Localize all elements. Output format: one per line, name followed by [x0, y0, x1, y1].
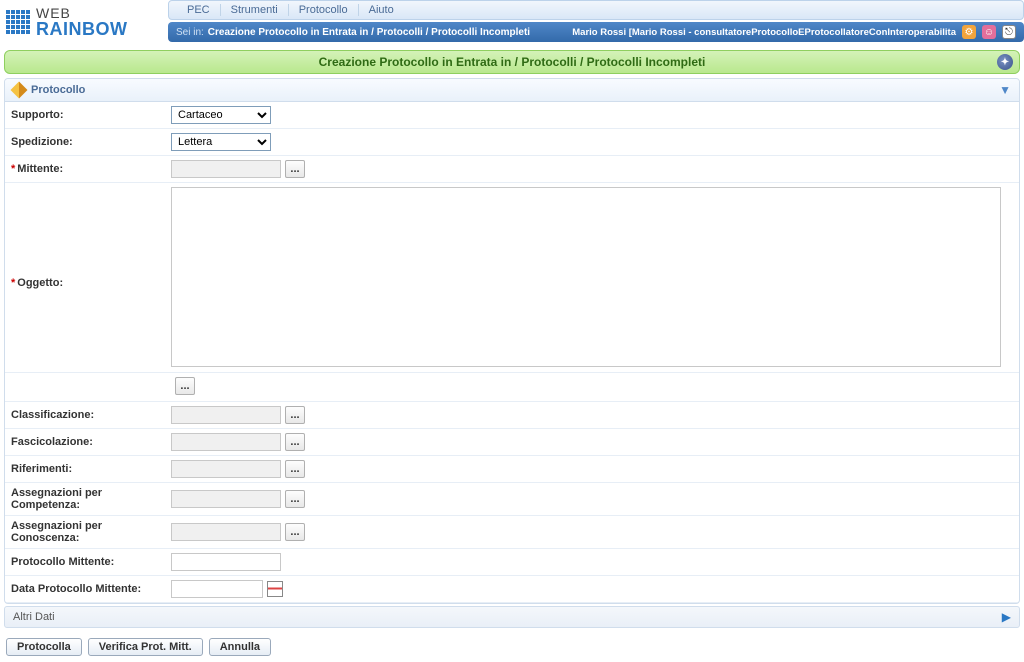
label-fascicolazione: Fascicolazione: — [11, 436, 171, 448]
subsection-altri-dati[interactable]: Altri Dati ▶ — [4, 606, 1020, 628]
logout-icon[interactable]: ⎋ — [1002, 25, 1016, 39]
label-data-protocollo-mittente: Data Protocollo Mittente: — [11, 583, 171, 595]
section-title: Protocollo — [31, 84, 85, 96]
browse-oggetto[interactable]: ... — [175, 377, 195, 395]
main-menu: PEC Strumenti Protocollo Aiuto — [168, 0, 1024, 20]
label-classificazione: Classificazione: — [11, 409, 171, 421]
label-ass-competenza: Assegnazioni per Competenza: — [11, 487, 171, 511]
globe-icon[interactable]: ⚙ — [962, 25, 976, 39]
annulla-button[interactable]: Annulla — [209, 638, 271, 656]
input-ass-conoscenza[interactable] — [171, 523, 281, 541]
user-info: Mario Rossi [Mario Rossi - consultatoreP… — [572, 27, 956, 38]
verifica-button[interactable]: Verifica Prot. Mitt. — [88, 638, 203, 656]
users-icon[interactable]: ☺ — [982, 25, 996, 39]
breadcrumb-bar: Sei in: Creazione Protocollo in Entrata … — [168, 22, 1024, 42]
select-spedizione[interactable]: Lettera — [171, 133, 271, 151]
browse-mittente[interactable]: ... — [285, 160, 305, 178]
label-protocollo-mittente: Protocollo Mittente: — [11, 556, 171, 568]
logo-text-web: WEB — [36, 6, 128, 20]
section-header[interactable]: Protocollo ▼ — [5, 79, 1019, 102]
label-spedizione: Spedizione: — [11, 136, 171, 148]
breadcrumb-label: Sei in: — [176, 27, 204, 38]
menu-pec[interactable]: PEC — [177, 4, 221, 16]
section-protocollo: Protocollo ▼ Supporto: Cartaceo Spedizio… — [4, 78, 1020, 604]
label-riferimenti: Riferimenti: — [11, 463, 171, 475]
browse-classificazione[interactable]: ... — [285, 406, 305, 424]
menu-protocollo[interactable]: Protocollo — [289, 4, 359, 16]
browse-ass-competenza[interactable]: ... — [285, 490, 305, 508]
browse-fascicolazione[interactable]: ... — [285, 433, 305, 451]
input-ass-competenza[interactable] — [171, 490, 281, 508]
calendar-icon[interactable] — [267, 581, 283, 597]
input-data-protocollo-mittente[interactable] — [171, 580, 263, 598]
input-classificazione[interactable] — [171, 406, 281, 424]
breadcrumb-path: Creazione Protocollo in Entrata in / Pro… — [208, 27, 530, 38]
subsection-title: Altri Dati — [13, 611, 55, 623]
refresh-icon[interactable]: ✦ — [997, 54, 1013, 70]
expand-icon[interactable]: ▶ — [1002, 610, 1011, 624]
action-bar: Protocolla Verifica Prot. Mitt. Annulla — [0, 632, 1024, 662]
browse-riferimenti[interactable]: ... — [285, 460, 305, 478]
input-protocollo-mittente[interactable] — [171, 553, 281, 571]
page-title-bar: Creazione Protocollo in Entrata in / Pro… — [4, 50, 1020, 74]
pencil-icon — [11, 82, 28, 99]
label-supporto: Supporto: — [11, 109, 171, 121]
input-mittente[interactable] — [171, 160, 281, 178]
label-mittente: *Mittente: — [11, 163, 171, 175]
label-ass-conoscenza: Assegnazioni per Conoscenza: — [11, 520, 171, 544]
input-fascicolazione[interactable] — [171, 433, 281, 451]
input-riferimenti[interactable] — [171, 460, 281, 478]
logo-grid-icon — [6, 10, 30, 34]
protocolla-button[interactable]: Protocolla — [6, 638, 82, 656]
collapse-icon[interactable]: ▼ — [999, 83, 1011, 97]
menu-aiuto[interactable]: Aiuto — [359, 4, 404, 16]
textarea-oggetto[interactable] — [171, 187, 1001, 367]
browse-ass-conoscenza[interactable]: ... — [285, 523, 305, 541]
logo-text-rainbow: RAINBOW — [36, 20, 128, 38]
label-oggetto: *Oggetto: — [11, 187, 171, 289]
select-supporto[interactable]: Cartaceo — [171, 106, 271, 124]
page-title: Creazione Protocollo in Entrata in / Pro… — [319, 55, 706, 69]
menu-strumenti[interactable]: Strumenti — [221, 4, 289, 16]
app-logo: WEB RAINBOW — [0, 0, 168, 44]
